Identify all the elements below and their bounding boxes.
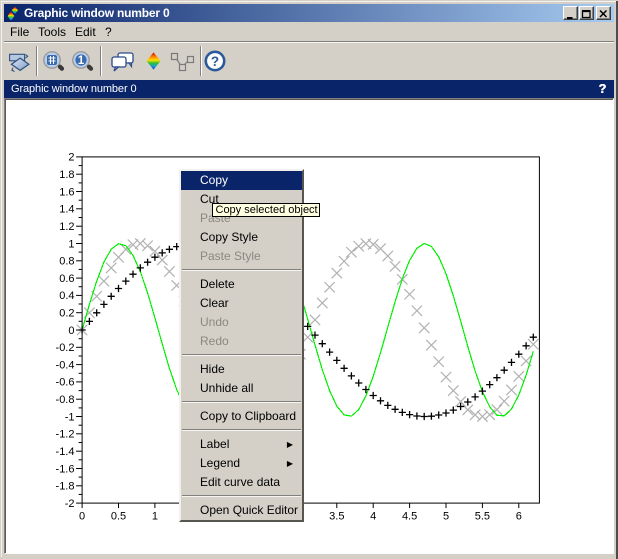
svg-text:1.4: 1.4 xyxy=(59,204,74,216)
svg-text:0.8: 0.8 xyxy=(59,256,74,268)
svg-text:1.8: 1.8 xyxy=(59,169,74,181)
svg-text:1: 1 xyxy=(68,238,74,250)
svg-text:4: 4 xyxy=(370,511,376,523)
svg-text:0.2: 0.2 xyxy=(59,308,74,320)
svg-text:2: 2 xyxy=(68,152,74,164)
svg-text:-1.6: -1.6 xyxy=(56,463,75,475)
svg-text:-1: -1 xyxy=(65,411,75,423)
svg-text:0: 0 xyxy=(79,511,85,523)
svg-text:-0.8: -0.8 xyxy=(56,394,75,406)
svg-text:-0.4: -0.4 xyxy=(56,359,75,371)
svg-text:1.6: 1.6 xyxy=(59,186,74,198)
svg-text:-1.8: -1.8 xyxy=(56,481,75,493)
svg-text:-1.4: -1.4 xyxy=(56,446,75,458)
svg-text:5.5: 5.5 xyxy=(475,511,490,523)
svg-text:3.5: 3.5 xyxy=(329,511,344,523)
svg-text:0: 0 xyxy=(68,325,74,337)
svg-text:-0.2: -0.2 xyxy=(56,342,75,354)
svg-text:-2: -2 xyxy=(65,498,75,510)
svg-text:5: 5 xyxy=(443,511,449,523)
svg-text:-1.2: -1.2 xyxy=(56,429,75,441)
svg-text:0.5: 0.5 xyxy=(111,511,126,523)
svg-text:6: 6 xyxy=(516,511,522,523)
svg-text:0.4: 0.4 xyxy=(59,290,74,302)
svg-text:1: 1 xyxy=(152,511,158,523)
svg-text:4.5: 4.5 xyxy=(402,511,417,523)
svg-text:-0.6: -0.6 xyxy=(56,377,75,389)
svg-text:1.2: 1.2 xyxy=(59,221,74,233)
svg-text:0.6: 0.6 xyxy=(59,273,74,285)
